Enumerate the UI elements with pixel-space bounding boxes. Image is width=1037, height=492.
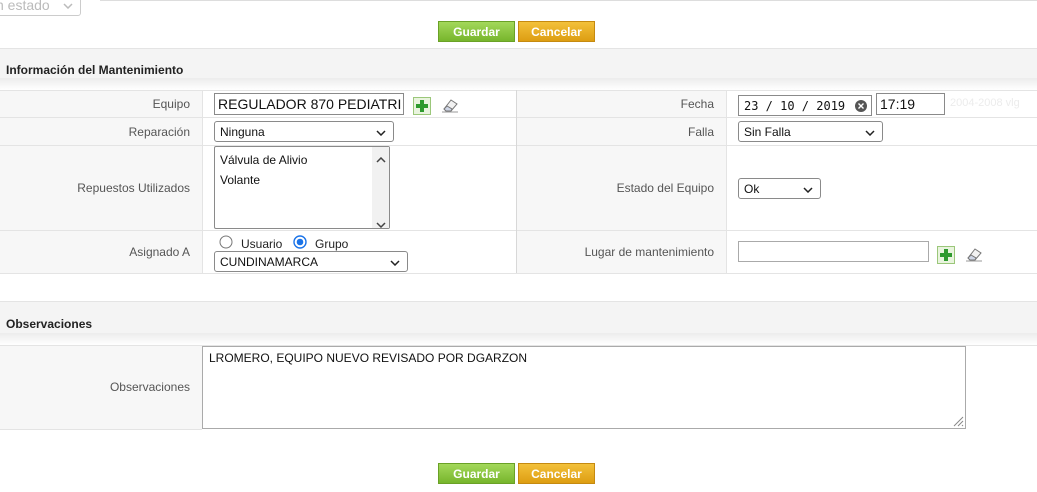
grid-line [0,145,1037,146]
grid-line [202,90,203,273]
reparacion-select[interactable]: Ninguna [214,121,394,142]
cancel-button-bottom[interactable]: Cancelar [518,463,595,484]
grid-line [0,273,1037,274]
status-select-value: n estado [0,0,50,13]
list-item[interactable]: Volante [220,173,260,187]
eraser-icon[interactable] [965,246,983,262]
estado-select-value: Ok [744,181,760,196]
section-shadow [0,78,1037,90]
asignado-select[interactable]: CUNDINAMARCA [214,251,408,272]
fecha-date-value: 23 / 10 / 2019 [744,99,846,113]
estado-select[interactable]: Ok [738,178,821,199]
scroll-down-icon[interactable] [376,217,386,231]
lugar-label: Lugar de mantenimiento [584,245,714,259]
reparacion-label: Reparación [128,125,190,139]
fecha-time-input[interactable]: 17:19 [876,93,945,115]
fecha-label: Fecha [680,97,714,111]
lugar-input[interactable] [738,241,929,262]
info-section-title: Información del Mantenimiento [6,63,184,77]
grid-line [0,429,202,430]
falla-select-value: Sin Falla [744,124,791,139]
chevron-down-icon [376,125,386,139]
repuestos-label: Repuestos Utilizados [77,181,190,195]
scrollbar[interactable] [372,147,389,231]
ghost-text: 2004-2008 vlg [950,97,1020,109]
obs-section-title: Observaciones [6,317,93,331]
section-shadow [0,333,1037,345]
asignado-label: Asignado A [129,245,190,259]
equipo-label: Equipo [152,97,190,111]
chevron-down-icon [865,125,875,139]
asignado-select-value: CUNDINAMARCA [220,254,319,269]
estado-label: Estado del Equipo [616,181,714,195]
grid-line [726,90,727,273]
info-section-header: Información del Mantenimiento [0,48,1037,79]
repuestos-listbox[interactable]: Válvula de Alivio Volante [214,146,390,229]
add-lugar-icon[interactable] [937,246,955,264]
chevron-down-icon [803,182,813,196]
reparacion-select-value: Ninguna [220,124,265,139]
falla-select[interactable]: Sin Falla [738,121,883,142]
save-button-bottom[interactable]: Guardar [438,463,515,484]
chevron-down-icon [390,255,400,269]
fecha-time-value: 17:19 [880,96,916,112]
scroll-up-icon[interactable] [376,152,386,166]
obs-section-header: Observaciones [0,301,1037,334]
status-select[interactable]: n estado [0,0,81,16]
clear-icon[interactable] [855,100,867,112]
eraser-icon[interactable] [441,97,459,113]
chevron-down-icon [63,0,73,12]
radio-usuario[interactable] [219,235,233,249]
top-border-line [100,0,1037,1]
cancel-button-top[interactable]: Cancelar [518,21,595,42]
radio-usuario-label: Usuario [241,237,283,251]
equipo-input-value: REGULADOR 870 PEDIATRI [218,96,402,112]
radio-grupo[interactable] [293,235,307,249]
falla-label: Falla [687,125,714,139]
grid-line [0,117,1037,118]
fecha-date-input[interactable]: 23 / 10 / 2019 [738,95,872,116]
add-equipo-icon[interactable] [413,97,431,115]
obs-textarea-value: LROMERO, EQUIPO NUEVO REVISADO POR DGARZ… [209,351,528,365]
radio-grupo-label: Grupo [315,237,349,251]
obs-textarea[interactable]: LROMERO, EQUIPO NUEVO REVISADO POR DGARZ… [202,346,966,429]
obs-label: Observaciones [109,380,190,394]
grid-line [0,230,1037,231]
grid-line [0,90,1037,91]
save-button-top[interactable]: Guardar [438,21,515,42]
equipo-input[interactable]: REGULADOR 870 PEDIATRI [214,93,404,115]
list-item[interactable]: Válvula de Alivio [220,153,307,167]
resize-grip-icon[interactable] [952,415,964,427]
